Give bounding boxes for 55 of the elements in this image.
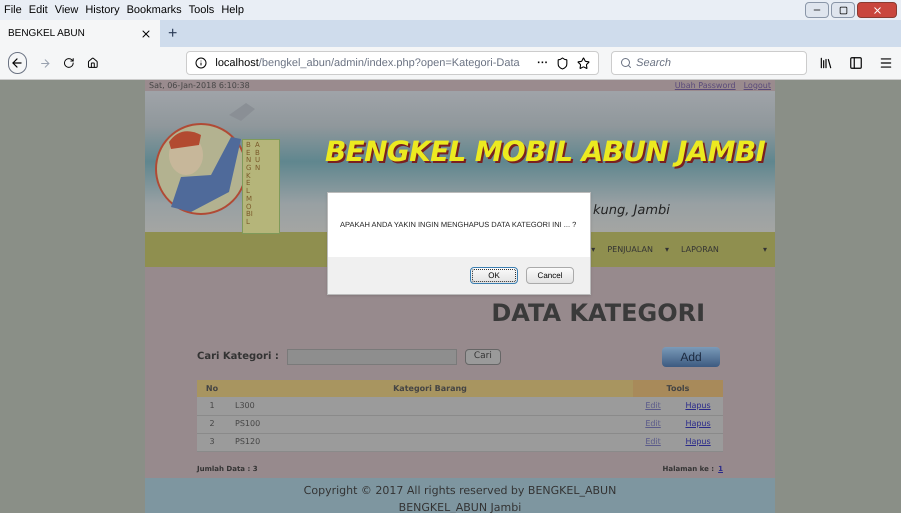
- nav-menu-item[interactable]: PENJUALAN: [607, 244, 653, 256]
- dialog-button[interactable]: Cancel: [526, 267, 574, 284]
- column-header: No: [197, 380, 227, 397]
- table-cell: 1: [197, 397, 227, 415]
- bookmark-star-icon[interactable]: [577, 56, 590, 70]
- column-header: Kategori Barang: [227, 380, 633, 397]
- url-text: localhost/bengkel_abun/admin/index.php?open=Kategori-Data: [215, 56, 521, 71]
- dialog-button[interactable]: OK: [470, 267, 518, 284]
- menu-item[interactable]: Bookmarks: [126, 2, 182, 18]
- caret-icon: ▾: [591, 244, 596, 256]
- footer-text: Copyright © 2017 All rights reserved by BENGKEL_ABUN: [304, 483, 616, 499]
- banner-subtitle: kung, Jambi: [593, 202, 670, 220]
- add-button[interactable]: Add: [662, 346, 720, 366]
- search-button[interactable]: Cari: [464, 348, 501, 364]
- new-tab-button[interactable]: +: [160, 20, 186, 47]
- table-cell: L300: [227, 397, 633, 415]
- search-icon: [620, 57, 632, 69]
- browser-tab[interactable]: BENGKEL ABUN: [0, 20, 160, 47]
- menu-item[interactable]: View: [54, 2, 78, 18]
- table-cell: PS120: [227, 433, 633, 451]
- address-bar[interactable]: localhost/bengkel_abun/admin/index.php?open=Kategori-Data ···: [186, 51, 600, 75]
- caret-icon: ▾: [664, 244, 669, 256]
- caret-icon: ▾: [762, 244, 767, 256]
- more-icon[interactable]: ···: [537, 54, 548, 72]
- delete-link[interactable]: Hapus: [685, 400, 711, 412]
- search-field[interactable]: Search: [611, 51, 808, 75]
- category-search-field[interactable]: [286, 348, 457, 364]
- page-heading: DATA KATEGORI: [491, 301, 705, 325]
- menu-item[interactable]: Help: [221, 2, 244, 18]
- menu-item[interactable]: Edit: [28, 2, 48, 18]
- home-icon[interactable]: [86, 56, 98, 70]
- header-link[interactable]: Ubah Password: [674, 80, 736, 92]
- maximize-icon[interactable]: [831, 2, 855, 18]
- close-tab-icon[interactable]: [140, 28, 152, 40]
- search-label: Cari Kategori :: [197, 350, 279, 364]
- menu-item[interactable]: Tools: [188, 2, 214, 18]
- column-header: Tools: [633, 380, 723, 397]
- table-cell: PS100: [227, 415, 633, 433]
- menu-item[interactable]: History: [85, 2, 120, 18]
- delete-link[interactable]: Hapus: [685, 436, 711, 448]
- delete-link[interactable]: Hapus: [685, 418, 711, 430]
- table-cell: 3: [197, 433, 227, 451]
- nav-menu-item[interactable]: LAPORAN: [680, 244, 751, 256]
- menu-icon[interactable]: [879, 56, 894, 70]
- info-icon[interactable]: [195, 57, 208, 69]
- sidebar-icon[interactable]: [849, 56, 864, 70]
- close-icon[interactable]: [857, 2, 897, 18]
- menu-item[interactable]: File: [4, 2, 22, 18]
- datetime-text: Sat, 06-Jan-2018 6:10:38: [149, 80, 250, 92]
- shield-icon[interactable]: [556, 56, 570, 70]
- library-icon[interactable]: [819, 56, 834, 70]
- reload-icon[interactable]: [63, 56, 75, 70]
- back-button[interactable]: [8, 52, 27, 74]
- banner-title: BENGKEL MOBIL ABUN JAMBI: [325, 134, 766, 170]
- table-cell: 2: [197, 415, 227, 433]
